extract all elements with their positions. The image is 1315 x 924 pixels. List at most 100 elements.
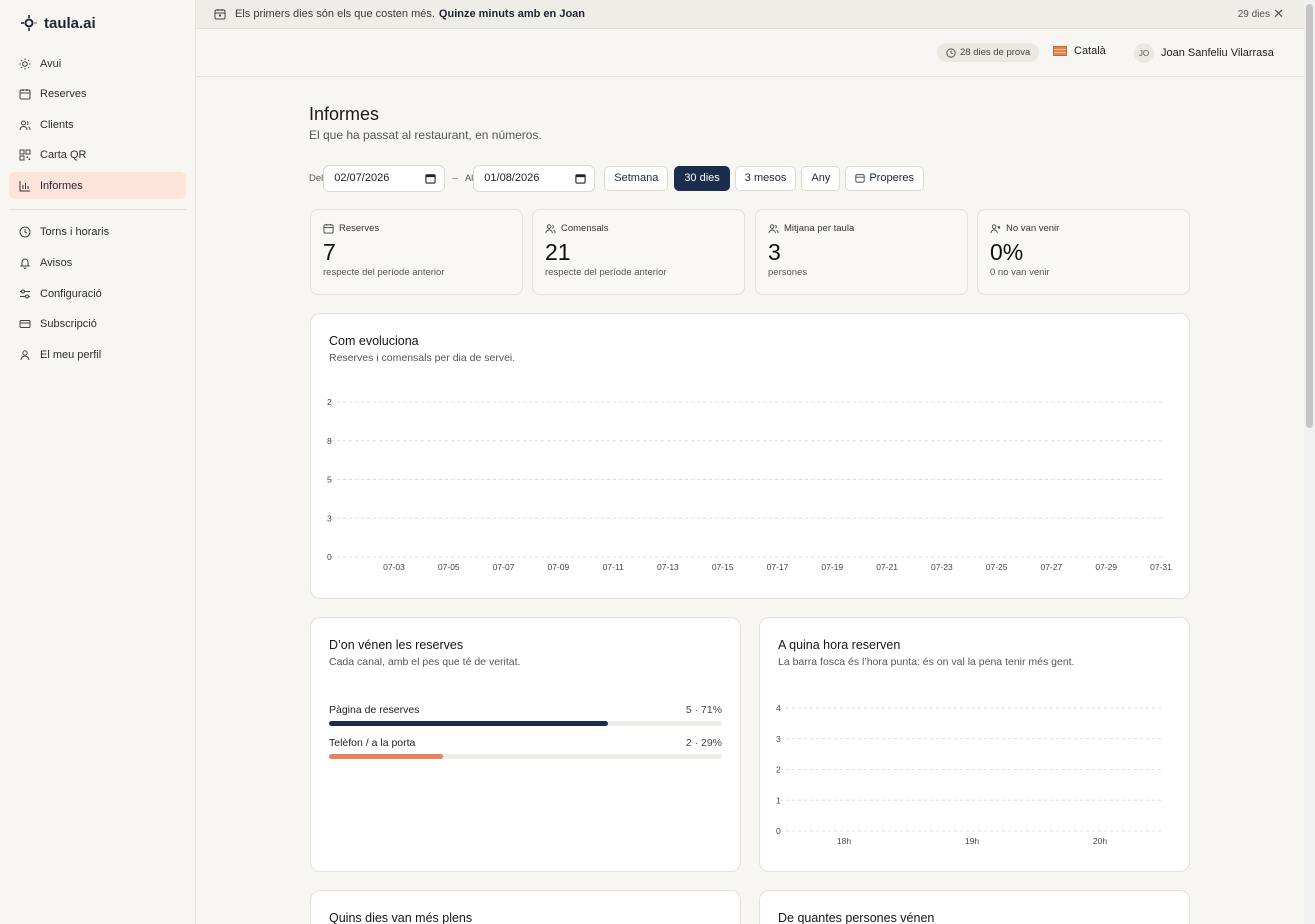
sidebar-item-configuracio[interactable]: Configuració — [9, 280, 186, 307]
sidebar-item-subscripcio[interactable]: Subscripció — [9, 310, 186, 337]
qr-icon — [19, 149, 31, 160]
banner-link[interactable]: Quinze minuts amb en Joan — [439, 8, 585, 20]
y-tick-label: 4 — [776, 703, 781, 713]
users-icon — [545, 224, 556, 234]
kpi-mitjana: Mitjana per taula 3 persones — [755, 209, 968, 295]
topbar: 28 dies de prova Català JO Joan Sanfeliu… — [196, 29, 1304, 77]
x-tick-label: 07-23 — [931, 562, 953, 572]
source-bar-track — [329, 754, 722, 759]
sidebar-item-label: Configuració — [40, 287, 102, 300]
source-label: Pàgina de reserves — [329, 704, 420, 716]
sidebar-item-clients[interactable]: Clients — [9, 111, 186, 138]
y-tick-label: 3 — [327, 513, 332, 523]
kpi-label: Mitjana per taula — [784, 223, 855, 234]
kpi-label: Reserves — [339, 223, 380, 234]
user-x-icon — [990, 224, 1001, 234]
kpi-comensals: Comensals 21 respecte del període anteri… — [532, 209, 745, 295]
preset-setmana-button[interactable]: Setmana — [604, 165, 669, 191]
card-subtitle: La barra fosca és l’hora punta: és on va… — [778, 656, 1075, 668]
y-tick-label: 5 — [327, 475, 332, 485]
sidebar: taula.ai Avui Reserves Clients Carta QR … — [0, 0, 196, 924]
kpi-note: respecte del període anterior — [545, 267, 667, 278]
calendar-icon — [425, 173, 436, 184]
sidebar-item-carta-qr[interactable]: Carta QR — [9, 141, 186, 168]
sources-card: D’on vénen les reserves Cada canal, amb … — [310, 617, 741, 872]
y-tick-label: 1 — [776, 795, 781, 805]
language-label: Català — [1074, 45, 1106, 57]
sidebar-item-perfil[interactable]: El meu perfil — [9, 341, 186, 368]
source-row: Telèfon / a la porta 2 · 29% — [329, 737, 722, 759]
y-tick-label: 2 — [327, 397, 332, 407]
flag-icon — [1053, 46, 1067, 56]
sidebar-item-reserves[interactable]: Reserves — [9, 80, 186, 107]
language-selector[interactable]: Català — [1053, 45, 1106, 57]
y-tick-label: 0 — [327, 552, 332, 562]
kpi-reserves: Reserves 7 respecte del període anterior — [310, 209, 523, 295]
scrollbar[interactable] — [1304, 0, 1315, 924]
scrollbar-thumb[interactable] — [1306, 4, 1313, 428]
sidebar-item-label: Carta QR — [40, 148, 87, 161]
y-tick-label: 0 — [776, 826, 781, 836]
sidebar-item-label: Reserves — [40, 87, 87, 100]
x-tick-label: 07-05 — [438, 562, 460, 572]
from-date-value: 02/07/2026 — [334, 172, 390, 184]
x-tick-label: 18h — [837, 836, 851, 846]
to-date-value: 01/08/2026 — [484, 172, 540, 184]
brand-logo[interactable]: taula.ai — [20, 14, 96, 32]
trial-text: 28 dies de prova — [960, 47, 1031, 58]
calendar-icon — [214, 9, 226, 20]
user-menu[interactable]: JO Joan Sanfeliu Vilarrasa — [1134, 43, 1274, 63]
preset-any-button[interactable]: Any — [801, 165, 841, 191]
kpi-note: 0 no van venir — [990, 267, 1050, 278]
calendar-icon — [855, 174, 865, 183]
sun-icon — [19, 58, 31, 69]
x-tick-label: 07-29 — [1095, 562, 1117, 572]
sidebar-item-informes[interactable]: Informes — [9, 172, 186, 199]
x-tick-label: 07-07 — [493, 562, 515, 572]
sidebar-item-avisos[interactable]: Avisos — [9, 249, 186, 276]
source-value: 5 · 71% — [685, 704, 722, 716]
kpi-label: Comensals — [561, 223, 609, 234]
source-row: Pàgina de reserves 5 · 71% — [329, 704, 722, 726]
card-subtitle: Reserves i comensals per dia de servei. — [329, 352, 516, 364]
source-value: 2 · 29% — [685, 737, 722, 749]
kpi-note: persones — [768, 267, 808, 278]
x-tick-label: 07-15 — [712, 562, 734, 572]
kpi-label: No van venir — [1006, 223, 1060, 234]
sidebar-item-avui[interactable]: Avui — [9, 50, 186, 77]
close-icon[interactable]: ✕ — [1273, 6, 1284, 22]
range-dash: – — [452, 172, 458, 184]
upcoming-button[interactable]: Properes — [845, 165, 924, 191]
from-date-input[interactable]: 02/07/2026 — [323, 164, 446, 192]
date-filters: Del 02/07/2026 – Al 01/08/2026 Setmana 3… — [309, 163, 924, 193]
bell-icon — [19, 258, 31, 269]
preset-3-mesos-button[interactable]: 3 mesos — [734, 165, 797, 191]
card-title: De quantes persones vénen — [778, 911, 935, 924]
sidebar-item-torns[interactable]: Torns i horaris — [9, 218, 186, 245]
sidebar-item-label: Torns i horaris — [40, 225, 110, 238]
x-tick-label: 20h — [1093, 836, 1107, 846]
banner-text: Els primers dies són els que costen més. — [235, 8, 435, 20]
kpi-value: 21 — [545, 239, 571, 265]
y-tick-label: 2 — [776, 765, 781, 775]
user-icon — [20, 349, 30, 360]
to-date-input[interactable]: 01/08/2026 — [473, 164, 596, 192]
calendar-icon — [19, 88, 31, 99]
onboarding-banner: Els primers dies són els que costen més.… — [196, 0, 1304, 29]
user-name: Joan Sanfeliu Vilarrasa — [1161, 47, 1274, 59]
card-title: D’on vénen les reserves — [329, 638, 464, 652]
kpi-note: respecte del període anterior — [323, 267, 445, 278]
card-title: Com evoluciona — [329, 334, 419, 348]
x-tick-label: 07-17 — [767, 562, 789, 572]
sidebar-divider — [9, 209, 186, 210]
page-subtitle: El que ha passat al restaurant, en númer… — [309, 128, 542, 142]
sidebar-item-label: El meu perfil — [40, 348, 102, 361]
x-tick-label: 07-03 — [383, 562, 405, 572]
card-subtitle: Cada canal, amb el pes que té de veritat… — [329, 656, 521, 668]
chart-icon — [19, 180, 30, 191]
evolution-chart: 0 3 5 8 2 07-03 07-05 07-07 07-09 07-11 07-13 07-15… — [327, 397, 1172, 572]
clock-icon — [946, 47, 956, 58]
users-icon — [19, 120, 31, 130]
preset-30-dies-button[interactable]: 30 dies — [674, 165, 730, 191]
source-bar-fill — [329, 754, 443, 759]
